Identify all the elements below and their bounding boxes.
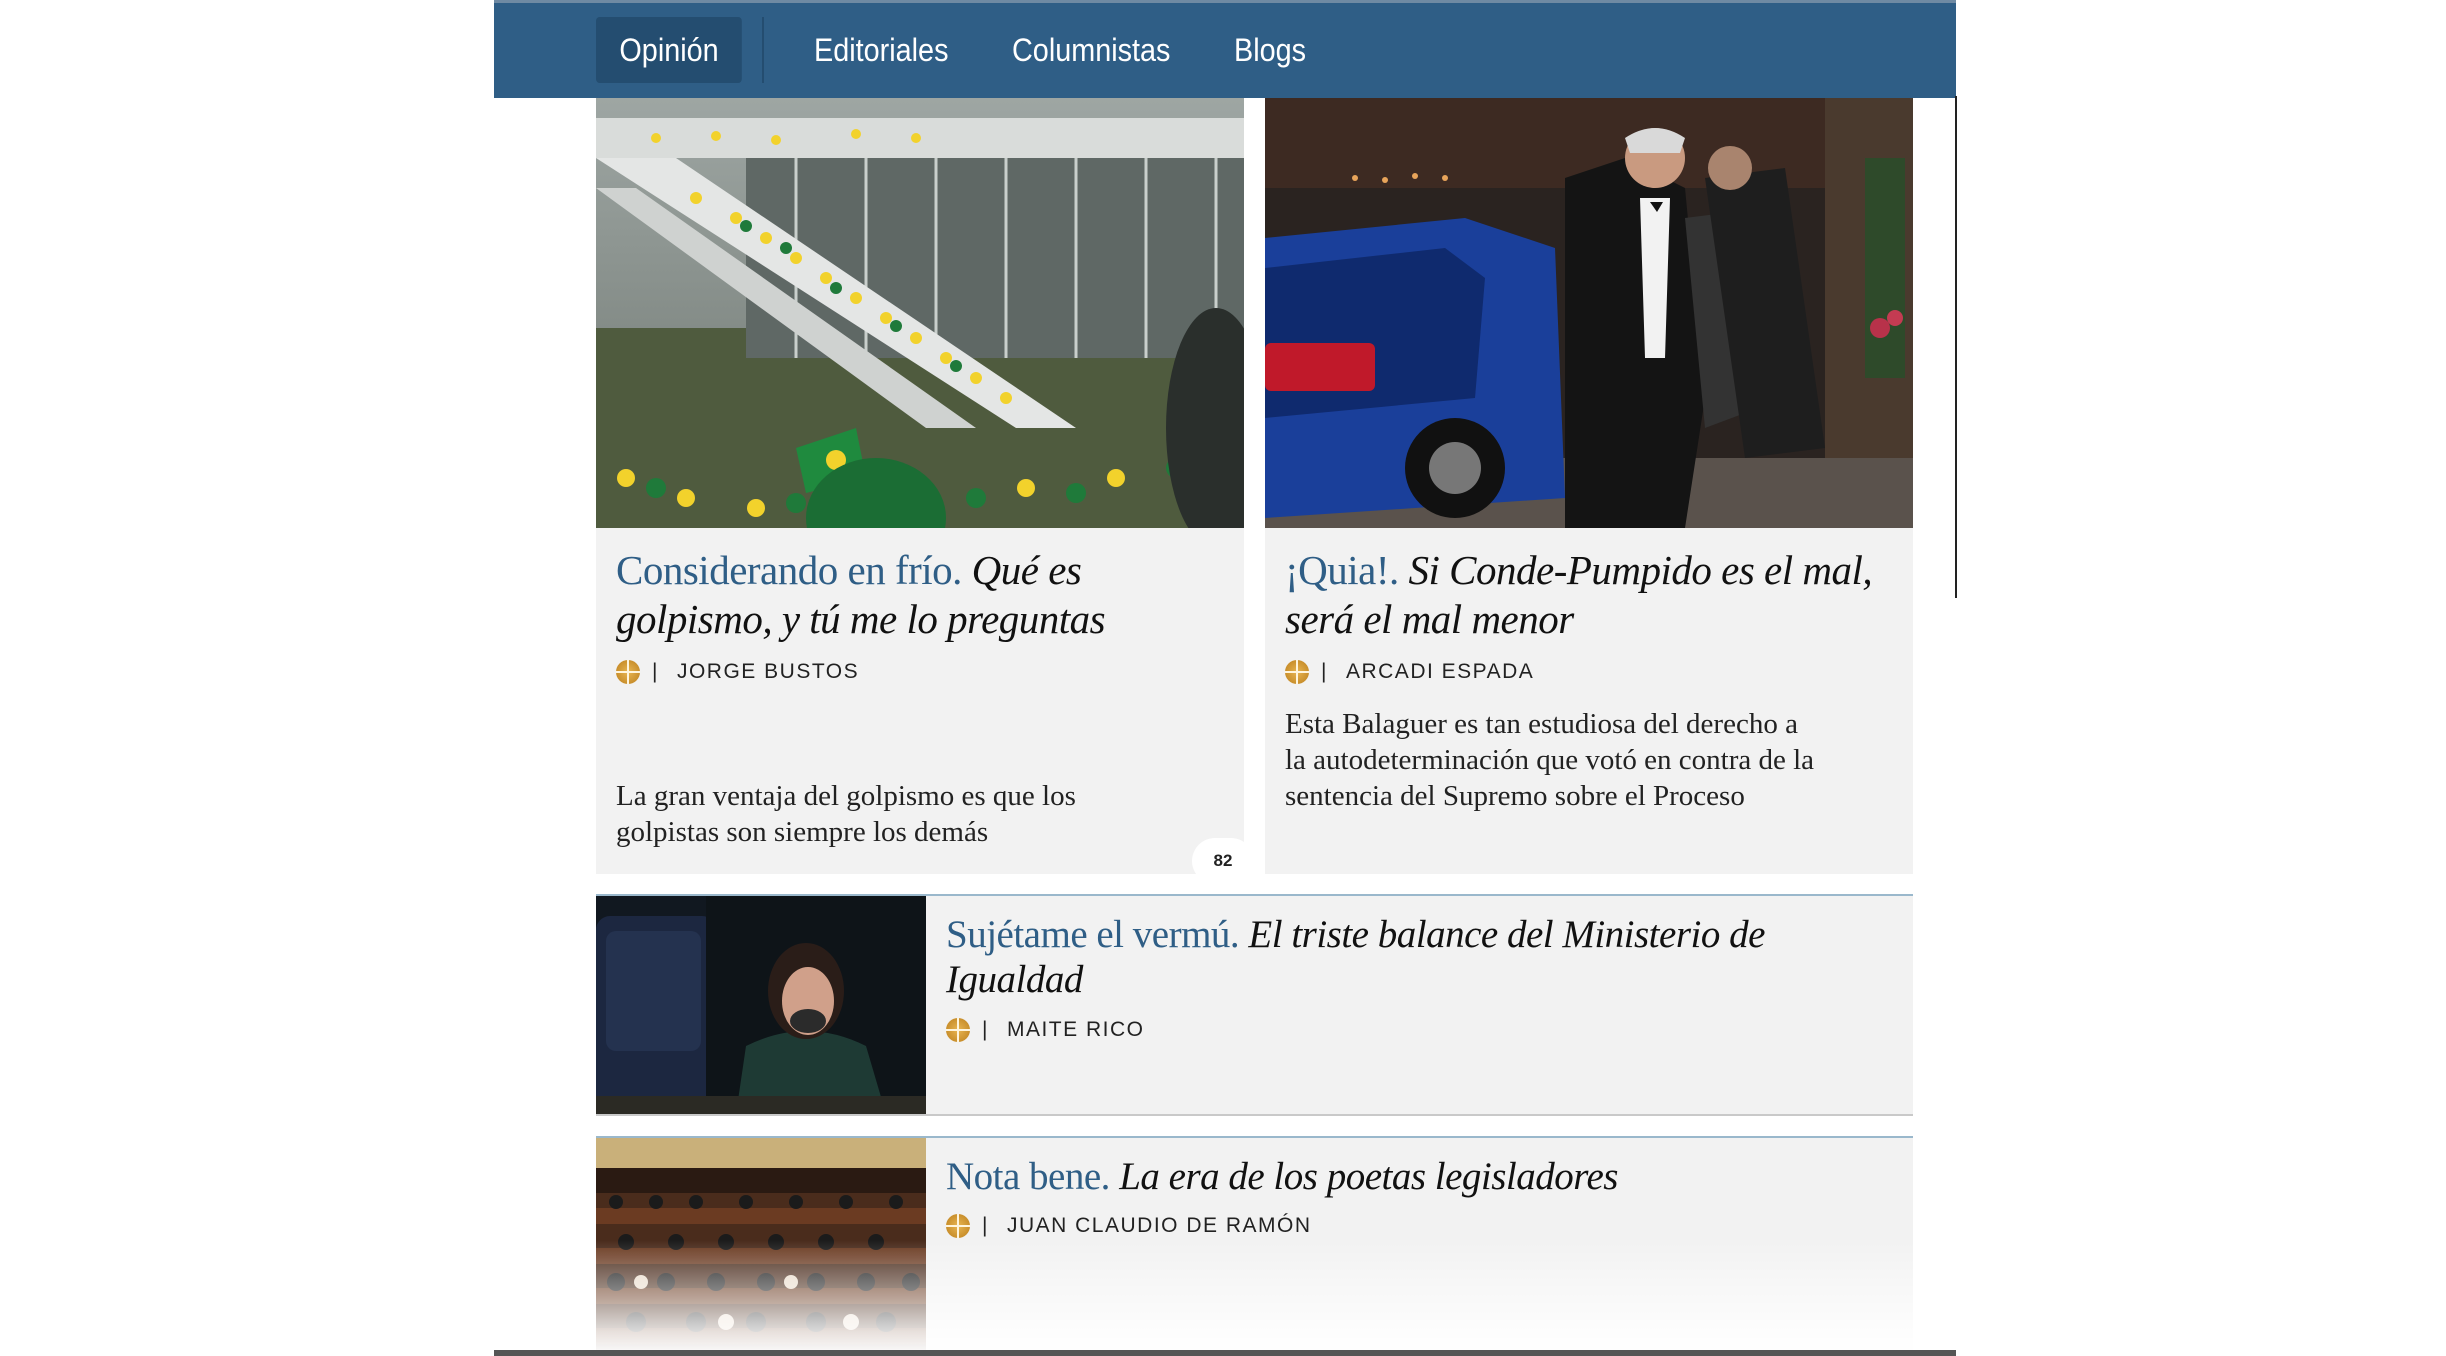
article-kicker: ¡Quia!. [1285,547,1399,593]
article-photo[interactable] [596,98,1244,528]
author-name[interactable]: JUAN CLAUDIO DE RAMÓN [1007,1214,1312,1238]
section-navbar: Opinión Editoriales Columnistas Blogs [494,0,1956,98]
tab-blogs[interactable]: Blogs [1234,17,1306,83]
page-frame: Opinión Editoriales Columnistas Blogs Co… [494,0,1956,1356]
article-card[interactable]: Sujétame el vermú. El triste balance del… [596,896,1913,1114]
article-title: La era de los poetas legisladores [1119,1155,1618,1198]
article-photo[interactable] [1265,98,1913,528]
tab-columnistas[interactable]: Columnistas [1012,17,1170,83]
article-card[interactable]: ¡Quia!. Si Conde-Pumpido es el mal, será… [1265,98,1913,874]
article-byline: | JUAN CLAUDIO DE RAMÓN [946,1214,1312,1238]
author-name[interactable]: JORGE BUSTOS [677,660,859,684]
tab-opinion[interactable]: Opinión [596,17,743,83]
author-name[interactable]: ARCADI ESPADA [1346,660,1534,684]
article-summary: La gran ventaja del golpismo es que los … [616,780,1076,848]
row-divider [596,1114,1913,1116]
frame-border [1955,96,1957,598]
bottom-edge [494,1350,1956,1356]
article-card[interactable]: Nota bene. La era de los poetas legislad… [596,1138,1913,1356]
article-headline[interactable]: Considerando en frío. Qué es golpismo, y… [616,546,1232,644]
tab-separator [762,17,764,83]
article-kicker: Considerando en frío. [616,547,962,593]
article-kicker: Sujétame el vermú. [946,913,1240,956]
article-byline: | JORGE BUSTOS [616,660,859,684]
tab-editoriales[interactable]: Editoriales [814,17,948,83]
article-byline: | ARCADI ESPADA [1285,660,1534,684]
article-kicker: Nota bene. [946,1155,1110,1198]
article-photo[interactable] [596,896,926,1114]
article-headline[interactable]: Sujétame el vermú. El triste balance del… [946,912,1886,1002]
globe-icon [946,1018,970,1042]
author-name[interactable]: MAITE RICO [1007,1018,1145,1042]
article-headline[interactable]: Nota bene. La era de los poetas legislad… [946,1154,1886,1199]
article-headline[interactable]: ¡Quia!. Si Conde-Pumpido es el mal, será… [1285,546,1901,644]
comments-count-bubble[interactable]: 82 [1192,838,1254,884]
article-photo[interactable] [596,1138,926,1356]
article-card[interactable]: Considerando en frío. Qué es golpismo, y… [596,98,1244,874]
globe-icon [616,660,640,684]
article-byline: | MAITE RICO [946,1018,1144,1042]
article-summary: Esta Balaguer es tan estudiosa del derec… [1285,708,1815,812]
globe-icon [1285,660,1309,684]
globe-icon [946,1214,970,1238]
